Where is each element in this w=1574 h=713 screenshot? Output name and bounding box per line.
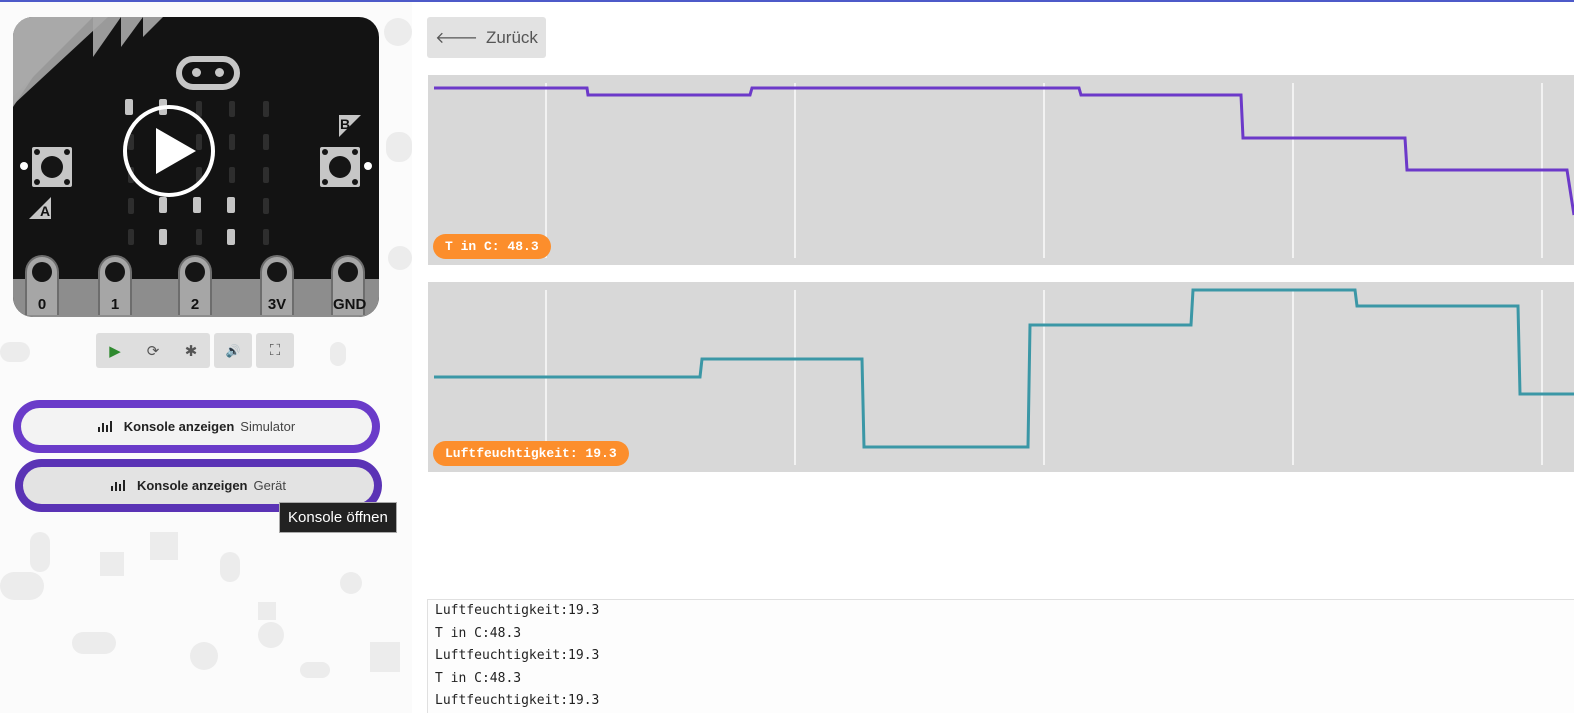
console-button-label: Konsole anzeigen [123,419,235,434]
play-icon: ▶ [109,342,121,360]
debug-icon: ✱ [184,342,198,360]
humidity-chart: Luftfeuchtigkeit: 19.3 [428,282,1574,472]
pin-2[interactable]: 2 [178,255,212,315]
microbit-logo [176,56,240,90]
button-a-label: A [40,203,51,219]
bar-chart-icon [97,421,112,432]
chart-value-badge: Luftfeuchtigkeit: 19.3 [433,441,629,466]
button-b[interactable] [320,147,360,187]
back-button-label: Zurück [485,27,538,47]
bar-chart-icon [110,480,125,491]
play-overlay-button[interactable] [123,105,215,197]
mute-button[interactable]: 🔊 [214,333,252,368]
restart-button[interactable]: ⟳ [134,333,172,368]
run-button[interactable]: ▶ [96,333,134,368]
temperature-chart-plot [434,83,1574,258]
edge-dot-right [364,162,372,170]
temperature-line [434,86,1574,216]
back-button[interactable]: 🡐 Zurück [427,17,546,58]
pin-0[interactable]: 0 [25,255,59,315]
console-line: T in C:48.3 [435,625,522,641]
temperature-chart: T in C: 48.3 [428,75,1574,265]
console-button-sub: Gerät [253,478,287,493]
fullscreen-icon: ⛶ [269,342,281,359]
restart-icon: ⟳ [146,342,160,360]
console-button-label: Konsole anzeigen [136,478,248,493]
console-line: Luftfeuchtigkeit:19.3 [435,603,600,618]
edge-connector: 0 1 2 3V GND [13,255,379,317]
button-a[interactable] [32,147,72,187]
play-icon [156,128,196,174]
debug-button[interactable]: ✱ [172,333,210,368]
arrow-left-icon: 🡐 [435,30,478,47]
show-console-simulator-button[interactable]: Konsole anzeigen Simulator [13,400,380,453]
pin-gnd[interactable]: GND [331,255,366,315]
console-line: Luftfeuchtigkeit:19.3 [435,693,600,709]
edge-dot-left [20,162,28,170]
pin-1[interactable]: 1 [98,255,132,315]
fullscreen-button[interactable]: ⛶ [256,333,294,368]
simulator-controls: ▶ ⟳ ✱ 🔊 ⛶ [96,333,294,368]
console-button-sub: Simulator [240,419,296,434]
console-line: T in C:48.3 [435,670,522,686]
sound-icon: 🔊 [225,343,241,358]
button-b-label: B [340,116,351,132]
chart-value-badge: T in C: 48.3 [433,234,551,259]
pin-3v[interactable]: 3V [260,255,294,315]
microbit-board[interactable]: A B 0 1 2 3V GND [13,17,379,317]
tooltip: Konsole öffnen [279,502,397,533]
console-output[interactable]: Luftfeuchtigkeit:19.3 T in C:48.3 Luftfe… [427,599,1574,713]
console-line: Luftfeuchtigkeit:19.3 [435,648,600,664]
humidity-line [434,288,1574,449]
